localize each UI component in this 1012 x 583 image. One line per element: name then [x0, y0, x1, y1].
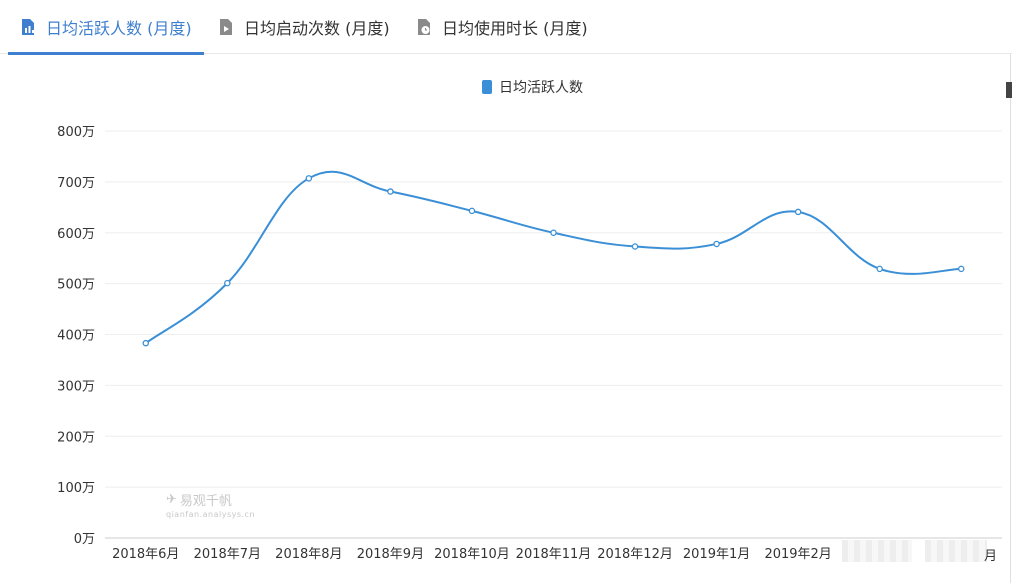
- x-tick-label: 2019年1月: [683, 547, 750, 562]
- x-tick-label: 2018年7月: [194, 547, 261, 562]
- blurred-axis-label: [925, 540, 987, 562]
- data-point: [468, 207, 476, 215]
- window-edge-marker: [1006, 82, 1012, 98]
- x-tick-label: 2018年9月: [357, 547, 424, 562]
- y-tick-label: 500万: [57, 278, 95, 293]
- data-point: [224, 279, 231, 287]
- y-tick-label: 0万: [74, 532, 95, 547]
- data-point: [550, 229, 557, 236]
- x-tick-label: 2019年2月: [764, 547, 831, 562]
- y-tick-label: 600万: [57, 227, 95, 242]
- y-tick-label: 300万: [57, 379, 95, 394]
- watermark-logo-icon: ✈: [166, 492, 177, 507]
- y-tick-label: 700万: [57, 176, 95, 191]
- y-tick-label: 800万: [57, 125, 95, 140]
- blurred-axis-label: [842, 540, 912, 562]
- watermark-subtitle: qianfan.analysys.cn: [166, 510, 256, 519]
- watermark: ✈ 易观千帆 qianfan.analysys.cn: [166, 490, 255, 519]
- y-tick-label: 100万: [57, 481, 95, 496]
- x-tick-label: 2018年6月: [112, 547, 179, 562]
- data-point: [957, 265, 965, 273]
- x-tick-label: 2018年8月: [275, 547, 342, 562]
- data-point: [713, 240, 720, 248]
- window-edge: [1010, 54, 1011, 583]
- data-point: [305, 175, 313, 182]
- data-point: [876, 265, 883, 273]
- y-tick-label: 400万: [57, 329, 95, 344]
- data-point: [387, 188, 394, 195]
- series-line: [145, 170, 962, 344]
- data-point: [631, 243, 639, 250]
- data-point: [794, 208, 802, 216]
- x-tick-label: 2018年12月: [597, 547, 673, 562]
- watermark-title: 易观千帆: [179, 494, 232, 509]
- x-tick-label: 2018年10月: [434, 547, 510, 562]
- y-tick-label: 200万: [57, 430, 95, 445]
- data-point: [142, 339, 150, 347]
- last-axis-label-fragment: 月: [984, 549, 998, 564]
- line-chart: 0万 100万 200万 300万 400万 500万 600万 700万 800万 2018年6…: [57, 125, 1002, 562]
- x-tick-label: 2018年11月: [516, 547, 592, 562]
